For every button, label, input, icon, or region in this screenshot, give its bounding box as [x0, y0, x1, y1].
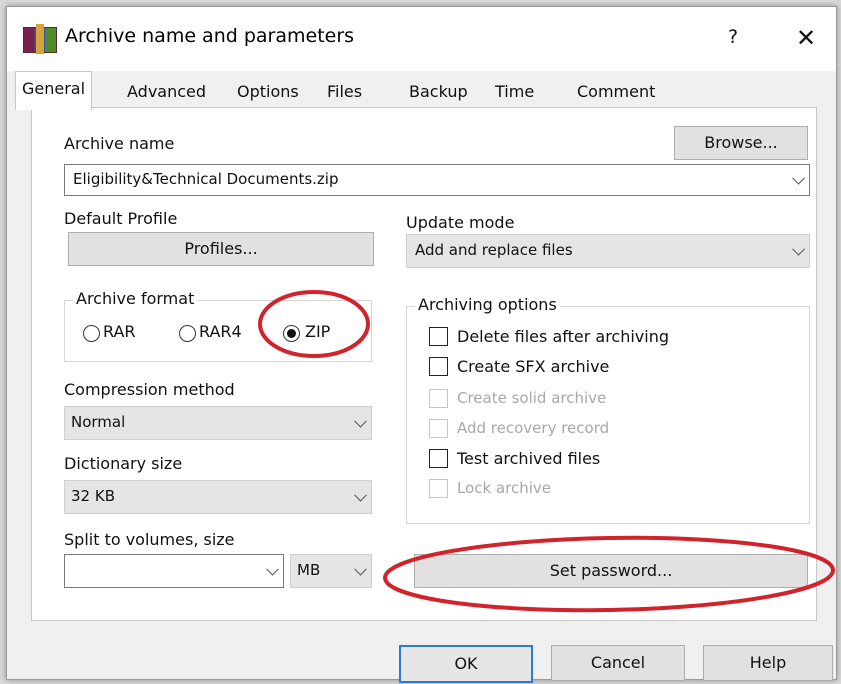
dictionary-size-value: 32 KB: [71, 487, 115, 505]
split-volumes-size-input[interactable]: [64, 554, 284, 588]
archive-name-label: Archive name: [64, 134, 175, 153]
chevron-down-icon: [354, 562, 367, 576]
tab-options[interactable]: Options: [231, 77, 305, 107]
archive-format-group: Archive format RAR RAR4 ZIP: [64, 289, 372, 362]
window-title: Archive name and parameters: [65, 25, 355, 47]
checkbox-create-solid: [429, 389, 448, 408]
title-bar: Archive name and parameters ? ✕: [7, 7, 836, 71]
update-mode-label: Update mode: [406, 213, 515, 232]
profiles-button[interactable]: Profiles...: [68, 232, 374, 266]
tab-comment[interactable]: Comment: [571, 77, 662, 107]
archiving-options-label: Archiving options: [415, 295, 560, 314]
lock-archive-label: Lock archive: [457, 479, 552, 497]
archive-format-label: Archive format: [73, 289, 198, 308]
tab-advanced[interactable]: Advanced: [121, 77, 213, 107]
split-unit-value: MB: [297, 561, 321, 579]
tab-time[interactable]: Time: [489, 77, 541, 107]
checkbox-lock-archive: [429, 479, 448, 498]
update-mode-value: Add and replace files: [415, 241, 573, 259]
test-archived-label[interactable]: Test archived files: [457, 449, 600, 468]
radio-rar4-label[interactable]: RAR4: [199, 322, 242, 341]
radio-zip-label[interactable]: ZIP: [305, 322, 330, 341]
chevron-down-icon[interactable]: [792, 171, 805, 185]
dictionary-size-select[interactable]: 32 KB: [64, 480, 372, 514]
default-profile-label: Default Profile: [64, 209, 178, 228]
tab-backup[interactable]: Backup: [403, 77, 474, 107]
delete-files-label[interactable]: Delete files after archiving: [457, 327, 669, 346]
ok-button[interactable]: OK: [399, 645, 533, 683]
browse-button[interactable]: Browse...: [674, 126, 808, 160]
checkbox-add-recovery: [429, 419, 448, 438]
chevron-down-icon: [354, 414, 367, 428]
radio-rar-label[interactable]: RAR: [103, 322, 136, 341]
tab-general[interactable]: General: [15, 71, 93, 110]
compression-method-value: Normal: [71, 413, 126, 431]
add-recovery-label: Add recovery record: [457, 419, 610, 437]
winrar-app-icon: [23, 24, 57, 54]
radio-rar4[interactable]: [179, 325, 196, 342]
dictionary-size-label: Dictionary size: [64, 454, 183, 473]
archive-dialog: Archive name and parameters ? ✕ General …: [6, 6, 837, 683]
compression-method-select[interactable]: Normal: [64, 406, 372, 440]
cancel-button[interactable]: Cancel: [551, 645, 685, 681]
create-sfx-label[interactable]: Create SFX archive: [457, 357, 609, 376]
radio-rar[interactable]: [83, 325, 100, 342]
update-mode-select[interactable]: Add and replace files: [406, 234, 810, 268]
split-unit-select[interactable]: MB: [290, 554, 372, 588]
archive-name-field[interactable]: Eligibility&Technical Documents.zip: [64, 164, 810, 196]
general-tab-page: Archive name Browse... Eligibility&Techn…: [31, 107, 817, 621]
checkbox-test-archived[interactable]: [429, 449, 448, 468]
compression-method-label: Compression method: [64, 380, 235, 399]
radio-zip[interactable]: [283, 325, 300, 342]
checkbox-delete-files[interactable]: [429, 327, 448, 346]
chevron-down-icon[interactable]: [266, 562, 279, 576]
help-question-icon[interactable]: ?: [719, 23, 747, 51]
help-button[interactable]: Help: [703, 645, 833, 681]
chevron-down-icon: [792, 242, 805, 256]
create-solid-label: Create solid archive: [457, 389, 607, 407]
archiving-options-group: Archiving options Delete files after arc…: [406, 295, 810, 524]
close-icon[interactable]: ✕: [789, 23, 823, 53]
archive-name-value: Eligibility&Technical Documents.zip: [73, 170, 339, 188]
set-password-button[interactable]: Set password...: [414, 554, 808, 588]
split-volumes-label: Split to volumes, size: [64, 530, 235, 549]
chevron-down-icon: [354, 488, 367, 502]
checkbox-create-sfx[interactable]: [429, 357, 448, 376]
tab-files[interactable]: Files: [321, 77, 369, 107]
